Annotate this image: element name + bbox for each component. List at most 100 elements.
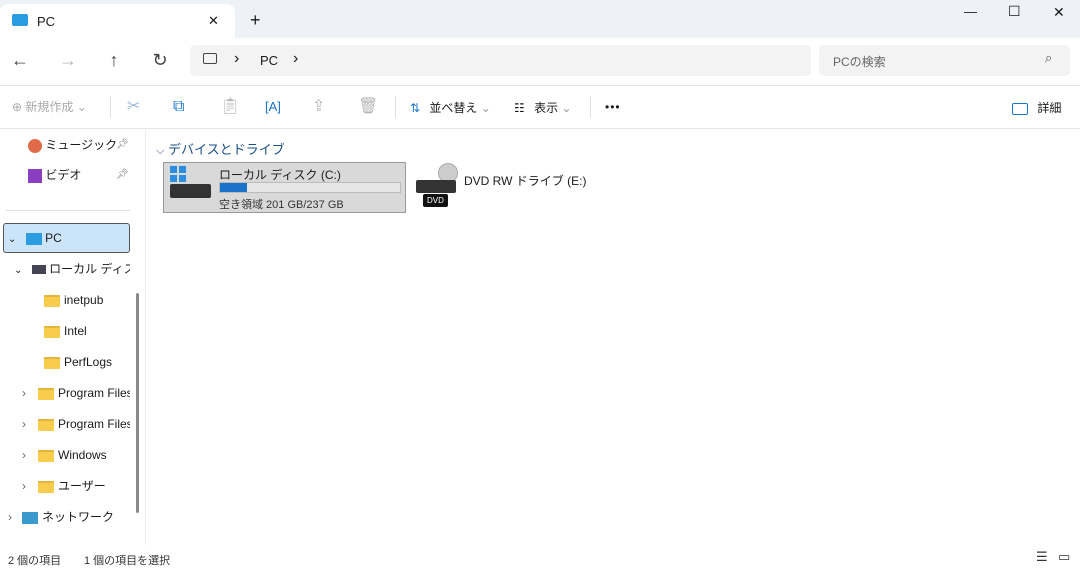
address-bar[interactable]: › PC › <box>190 45 811 76</box>
folder-icon <box>44 356 60 369</box>
drive-usage-fill <box>220 183 247 192</box>
sidebar-item-video[interactable]: ビデオ 📌︎ <box>28 160 138 190</box>
sidebar-item-folder[interactable]: › Program Files <box>22 378 130 408</box>
new-button[interactable]: ⊕ 新規作成 ⌄ <box>12 98 87 115</box>
windows-logo-icon <box>170 166 186 182</box>
delete-icon[interactable]: 🗑︎ <box>358 97 378 117</box>
pin-icon: 📌︎ <box>116 139 129 150</box>
sidebar-item-label: Windows <box>58 448 107 462</box>
pin-icon: 📌︎ <box>116 169 129 180</box>
chevron-right-icon[interactable]: › <box>22 479 26 493</box>
tab-title: PC <box>37 14 56 29</box>
sidebar-item-label: ネットワーク <box>42 510 115 524</box>
sidebar-item-label: inetpub <box>64 293 104 307</box>
refresh-button[interactable]: ↻ <box>150 50 170 70</box>
sort-label: 並べ替え <box>429 101 478 115</box>
folder-icon <box>38 449 54 462</box>
maximize-button[interactable]: ☐ <box>1008 3 1021 20</box>
close-button[interactable]: ✕ <box>1053 4 1065 21</box>
folder-icon <box>38 387 54 400</box>
chevron-down-icon[interactable]: ⌄ <box>8 234 16 245</box>
sidebar-item-label: ミュージック <box>45 138 118 152</box>
item-count: 2 個の項目 <box>8 555 62 567</box>
details-label: 詳細 <box>1037 101 1062 115</box>
details-view-icon[interactable]: ☰ <box>1036 549 1048 565</box>
drive-item-c[interactable]: ローカル ディスク (C:) 空き領域 201 GB/237 GB <box>163 162 406 213</box>
monitor-icon <box>203 53 217 64</box>
view-icon: ☷ <box>514 101 525 115</box>
chevron-right-icon[interactable]: › <box>293 50 298 68</box>
details-pane-icon <box>1012 102 1028 115</box>
search-input[interactable]: PCの検索 ⌕ <box>819 45 1070 76</box>
sidebar-item-label: ローカル ディスク <box>49 262 130 276</box>
sidebar-item-music[interactable]: ミュージック 📌︎ <box>28 130 138 160</box>
sidebar-item-label: PerfLogs <box>64 355 113 369</box>
drive-free-space: 空き領域 201 GB/237 GB <box>219 199 344 211</box>
more-options-button[interactable]: ••• <box>605 100 621 114</box>
drive-item-e[interactable]: DVD DVD RW ドライブ (E:) <box>412 162 612 213</box>
sort-icon: ⇅ <box>410 101 421 115</box>
tab-pc[interactable]: PC ✕ <box>0 4 235 38</box>
view-label: 表示 <box>534 101 559 115</box>
sidebar-item-folder[interactable]: Intel <box>44 316 130 346</box>
new-label: 新規作成 <box>25 100 74 114</box>
chevron-right-icon[interactable]: › <box>234 50 239 68</box>
music-icon <box>28 138 42 153</box>
sidebar-item-label: PC <box>45 231 62 245</box>
up-button[interactable]: ↑ <box>104 50 124 70</box>
rename-icon[interactable]: [A] <box>265 97 281 117</box>
group-title: デバイスとドライブ <box>167 142 285 157</box>
sidebar-item-label: Program Files <box>58 417 130 431</box>
details-pane-button[interactable]: 詳細 <box>1012 99 1061 116</box>
chevron-down-icon[interactable]: ⌄ <box>14 265 22 276</box>
tiles-view-icon[interactable]: ▭ <box>1058 549 1070 565</box>
pc-icon <box>12 14 28 26</box>
back-button[interactable]: ← <box>10 50 30 70</box>
sidebar-item-local-disk[interactable]: ⌄ ローカル ディスク <box>14 254 130 284</box>
new-tab-button[interactable]: + <box>250 10 261 31</box>
group-header[interactable]: ⌵ デバイスとドライブ <box>156 139 285 158</box>
hard-drive-icon <box>170 184 211 198</box>
copy-icon[interactable]: ⧉ <box>173 97 184 117</box>
sidebar-item-pc[interactable]: ⌄ PC <box>3 223 130 253</box>
navigation-pane: ミュージック 📌︎ ビデオ 📌︎ ⌄ PC ⌄ ローカル ディスク inetpu… <box>0 130 146 545</box>
folder-icon <box>38 480 54 493</box>
search-icon: ⌕ <box>1045 50 1053 65</box>
cut-icon[interactable]: ✂ <box>127 97 140 117</box>
drive-usage-bar <box>219 182 401 193</box>
view-button[interactable]: ☷ 表示 ⌄ <box>514 99 572 116</box>
sidebar-item-folder[interactable]: › Windows <box>22 440 130 470</box>
sidebar-item-folder[interactable]: inetpub <box>44 285 130 315</box>
sidebar-item-folder[interactable]: PerfLogs <box>44 347 130 377</box>
sidebar-item-label: Program Files <box>58 386 130 400</box>
forward-button[interactable]: → <box>58 50 78 70</box>
sidebar-item-label: ユーザー <box>58 479 106 493</box>
breadcrumb-pc[interactable]: PC <box>260 53 278 68</box>
chevron-right-icon[interactable]: › <box>22 386 26 400</box>
chevron-right-icon[interactable]: › <box>22 417 26 431</box>
drive-icon <box>31 265 46 275</box>
network-icon <box>22 511 38 524</box>
sidebar-item-label: Intel <box>64 324 87 338</box>
tab-bar: PC ✕ + — ☐ ✕ <box>0 0 1080 38</box>
search-placeholder: PCの検索 <box>833 55 886 69</box>
sidebar-item-folder[interactable]: › Program Files <box>22 409 130 439</box>
dvd-drive-icon <box>416 180 456 193</box>
video-icon <box>28 168 42 183</box>
tab-close-button[interactable]: ✕ <box>208 13 219 29</box>
minimize-button[interactable]: — <box>964 4 977 19</box>
sidebar-item-label: ビデオ <box>45 168 82 182</box>
sort-button[interactable]: ⇅ 並べ替え ⌄ <box>410 99 491 116</box>
plus-circle-icon: ⊕ <box>12 100 23 114</box>
paste-icon[interactable]: 📋︎ <box>220 97 240 117</box>
chevron-right-icon[interactable]: › <box>22 448 26 462</box>
drive-name: DVD RW ドライブ (E:) <box>464 174 587 188</box>
chevron-right-icon[interactable]: › <box>8 510 12 524</box>
sidebar-item-folder[interactable]: › ユーザー <box>22 471 130 501</box>
share-icon[interactable]: ⇪ <box>312 97 325 117</box>
sidebar-scrollbar[interactable] <box>136 293 139 513</box>
sidebar-item-network[interactable]: › ネットワーク <box>8 502 130 532</box>
pc-icon <box>25 232 42 245</box>
chevron-down-icon: ⌵ <box>156 145 165 157</box>
folder-icon <box>38 418 54 431</box>
